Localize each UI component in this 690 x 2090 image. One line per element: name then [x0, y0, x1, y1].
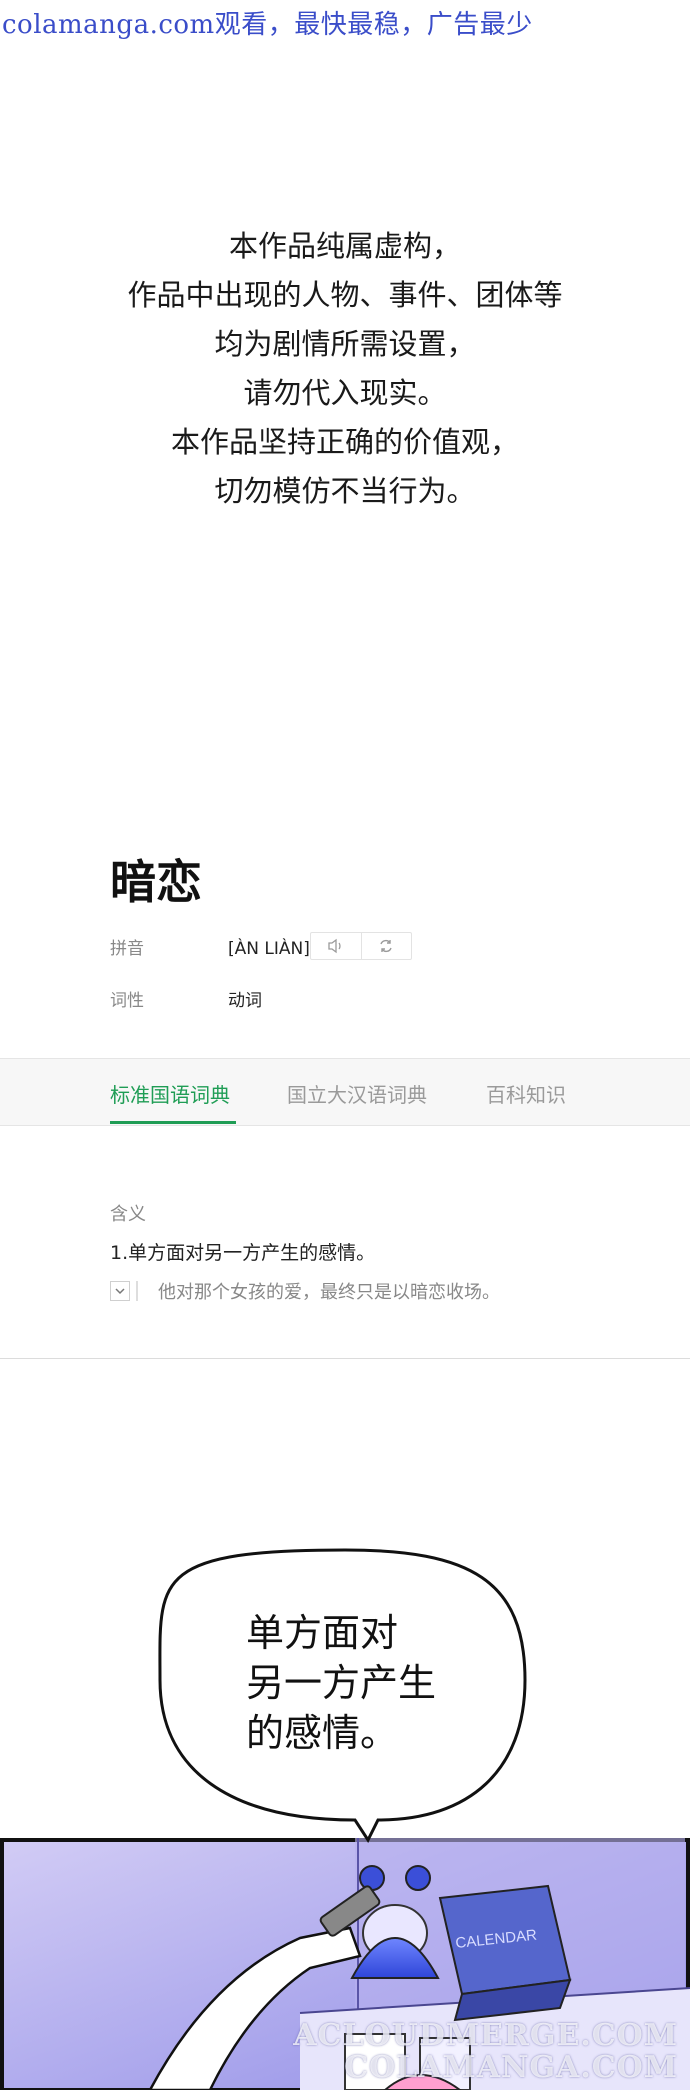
- disclaimer-line: 切勿模仿不当行为。: [214, 474, 476, 508]
- disclaimer-line: 本作品坚持正确的价值观，: [170, 425, 519, 459]
- disclaimer-line: 请勿代入现实。: [243, 376, 447, 410]
- pos-value: 动词: [228, 991, 262, 1011]
- active-tab-indicator: [110, 1121, 236, 1124]
- watermark-bottom-2: COLAMANGA.COM: [344, 2050, 678, 2085]
- audio-controls: [310, 932, 412, 960]
- pos-label: 词性: [110, 991, 144, 1011]
- dictionary-tabs: 标准国语词典 国立大汉语词典 百科知识: [0, 1058, 690, 1126]
- speech-bubble-text: 单方面对 另一方产生 的感情。: [246, 1608, 436, 1758]
- disclaimer-line: 本作品纯属虚构，: [228, 229, 461, 263]
- pinyin-value: [ÀN LIÀN]: [228, 939, 310, 959]
- watermark-bottom-1: ACLOUDMERGE.COM: [293, 2018, 678, 2053]
- chevron-down-icon: [115, 1287, 125, 1294]
- definition: 1.单方面对另一方产生的感情。: [110, 1242, 376, 1264]
- speech-line: 单方面对: [246, 1611, 399, 1655]
- disclaimer-line: 作品中出现的人物、事件、团体等: [127, 278, 563, 312]
- speech-line: 的感情。: [246, 1711, 399, 1755]
- pos-row: 词性 动词: [110, 986, 262, 1011]
- pinyin-label: 拼音: [110, 939, 144, 959]
- example-row: 他对那个女孩的爱，最终只是以暗恋收场。: [110, 1278, 500, 1304]
- watermark-top: colamanga.com观看，最快最稳，广告最少: [2, 10, 533, 40]
- disclaimer-line: 均为剧情所需设置，: [214, 327, 476, 361]
- pinyin-row: 拼音 [ÀN LIÀN]: [110, 934, 310, 959]
- speaker-icon[interactable]: [311, 933, 361, 959]
- expand-toggle[interactable]: [110, 1281, 130, 1301]
- repeat-icon[interactable]: [360, 933, 412, 959]
- tab-encyclopedia[interactable]: 百科知识: [486, 1079, 566, 1108]
- speech-line: 另一方产生: [246, 1661, 437, 1705]
- tab-grand-dictionary[interactable]: 国立大汉语词典: [287, 1079, 427, 1108]
- example-separator: [136, 1281, 138, 1301]
- meaning-label: 含义: [110, 1204, 146, 1225]
- dictionary-word: 暗恋: [110, 855, 202, 909]
- example-sentence: 他对那个女孩的爱，最终只是以暗恋收场。: [158, 1282, 500, 1303]
- tab-standard-dictionary[interactable]: 标准国语词典: [110, 1079, 230, 1108]
- section-divider: [0, 1358, 690, 1359]
- disclaimer-block: 本作品纯属虚构， 作品中出现的人物、事件、团体等 均为剧情所需设置， 请勿代入现…: [0, 222, 690, 516]
